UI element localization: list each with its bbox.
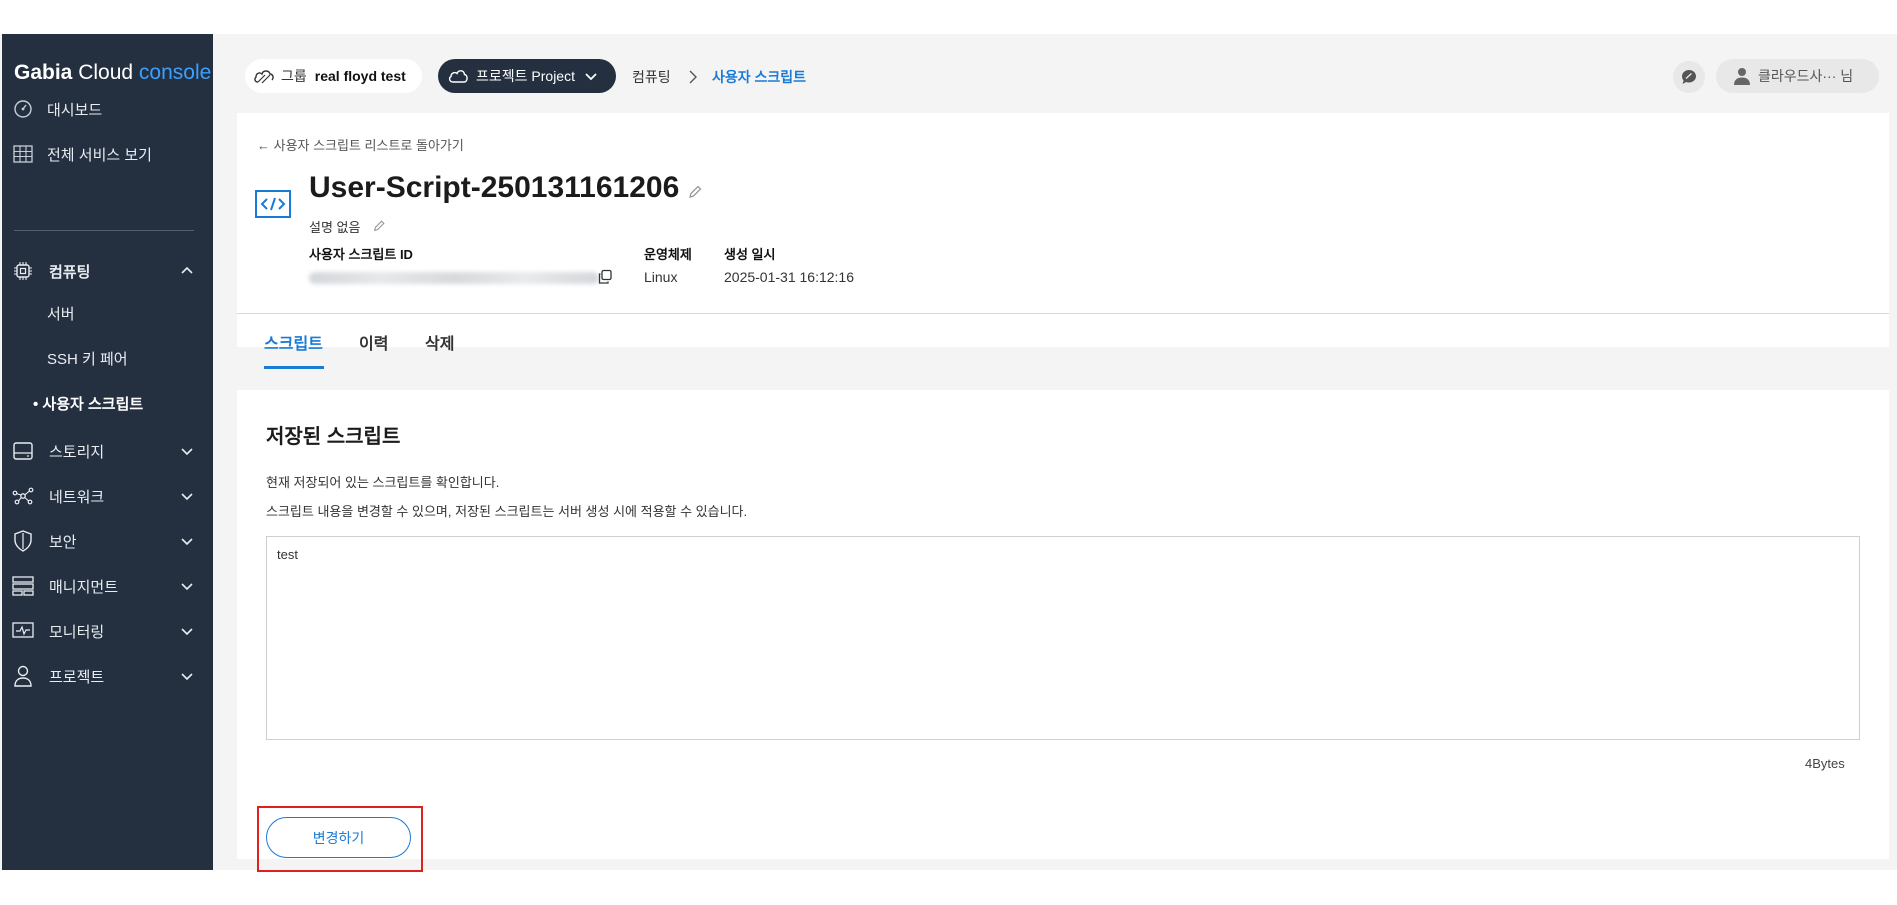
- chevron-right-icon: [689, 70, 697, 84]
- sidebar-item-all-services[interactable]: 전체 서비스 보기: [2, 134, 213, 174]
- sidebar-item-label: 모니터링: [49, 623, 105, 641]
- sidebar-subitem-server[interactable]: 서버: [47, 303, 75, 324]
- code-icon: [255, 190, 291, 218]
- user-menu[interactable]: 클라우드사··· 님: [1716, 59, 1879, 93]
- chevron-down-icon: [181, 673, 193, 681]
- tab-history[interactable]: 이력: [359, 330, 388, 354]
- chip-icon: [12, 260, 34, 282]
- sidebar-item-label: 대시보드: [47, 101, 103, 119]
- sidebar-item-monitoring[interactable]: 모니터링: [2, 611, 213, 651]
- description-text: 설명 없음: [309, 220, 361, 235]
- grid-icon: [12, 143, 34, 165]
- section-description-1: 현재 저장되어 있는 스크립트를 확인합니다.: [266, 475, 500, 490]
- group-key: 그룹: [281, 68, 307, 84]
- chat-icon: [1682, 70, 1696, 84]
- sidebar-item-computing[interactable]: 컴퓨팅: [2, 251, 213, 291]
- script-header: ← 사용자 스크립트 리스트로 돌아가기 User-Script-2501311…: [237, 113, 1889, 347]
- copy-icon[interactable]: [597, 269, 613, 285]
- chevron-down-icon: [181, 583, 193, 591]
- sidebar-item-label: 스토리지: [49, 443, 105, 461]
- sidebar-item-network[interactable]: 네트워크: [2, 476, 213, 516]
- edit-pencil-icon[interactable]: [372, 219, 386, 233]
- script-editor[interactable]: test: [266, 536, 1860, 740]
- tab-script[interactable]: 스크립트: [264, 330, 323, 354]
- logo-suffix: console: [138, 61, 212, 84]
- sidebar-item-label: 네트워크: [49, 488, 105, 506]
- cloud-icon: [446, 65, 470, 87]
- header-divider: [237, 313, 1889, 314]
- shield-icon: [12, 530, 34, 552]
- sidebar: Gabia Cloud console 대시보드 전체 서비스 보기 컴퓨팅 서…: [2, 34, 213, 870]
- script-size: 4Bytes: [1805, 756, 1845, 771]
- chevron-down-icon: [181, 493, 193, 501]
- sidebar-item-label: 전체 서비스 보기: [47, 146, 152, 164]
- os-label: 운영체제: [644, 247, 692, 262]
- saved-script-panel: 저장된 스크립트 현재 저장되어 있는 스크립트를 확인합니다. 스크립트 내용…: [237, 390, 1889, 872]
- section-title: 저장된 스크립트: [266, 426, 401, 448]
- breadcrumb-user-script[interactable]: 사용자 스크립트: [712, 67, 806, 87]
- logo-product: Cloud: [78, 61, 134, 84]
- sidebar-subitem-user-script[interactable]: • 사용자 스크립트: [33, 393, 143, 414]
- sidebar-item-label: 매니지먼트: [49, 578, 119, 596]
- logo[interactable]: Gabia Cloud console: [14, 61, 211, 85]
- sidebar-item-label: 컴퓨팅: [49, 263, 91, 281]
- project-label: 프로젝트 Project: [476, 68, 575, 84]
- storage-icon: [12, 440, 34, 462]
- page-title: User-Script-250131161206: [309, 171, 680, 204]
- user-icon: [1734, 68, 1750, 85]
- sidebar-item-label: 보안: [49, 533, 77, 551]
- chevron-down-icon: [585, 73, 597, 81]
- script-id-label: 사용자 스크립트 ID: [309, 247, 413, 262]
- chevron-down-icon: [181, 448, 193, 456]
- sidebar-item-management[interactable]: 매니지먼트: [2, 566, 213, 606]
- dashboard-icon: [12, 98, 34, 120]
- cloud-group-icon: [253, 65, 275, 87]
- chevron-down-icon: [181, 538, 193, 546]
- group-selector[interactable]: 그룹 real floyd test: [245, 59, 422, 93]
- active-tab-indicator: [264, 366, 324, 369]
- user-icon: [12, 665, 34, 687]
- edit-pencil-icon[interactable]: [687, 184, 703, 200]
- created-value: 2025-01-31 16:12:16: [724, 269, 854, 285]
- breadcrumb-computing[interactable]: 컴퓨팅: [632, 67, 671, 87]
- created-label: 생성 일시: [724, 247, 776, 262]
- monitor-icon: [12, 620, 34, 642]
- app-root: Gabia Cloud console 대시보드 전체 서비스 보기 컴퓨팅 서…: [0, 34, 1897, 872]
- project-selector[interactable]: 프로젝트 Project: [438, 59, 616, 93]
- chevron-up-icon: [181, 266, 193, 274]
- section-description-2: 스크립트 내용을 변경할 수 있으며, 저장된 스크립트는 서버 생성 시에 적…: [266, 504, 748, 519]
- sidebar-item-dashboard[interactable]: 대시보드: [2, 89, 213, 129]
- chevron-down-icon: [181, 628, 193, 636]
- sidebar-subitem-ssh-keypair[interactable]: SSH 키 페어: [47, 348, 128, 369]
- sidebar-item-project[interactable]: 프로젝트: [2, 656, 213, 696]
- logo-brand: Gabia: [14, 61, 73, 84]
- network-icon: [12, 485, 34, 507]
- chat-button[interactable]: [1673, 61, 1705, 93]
- os-value: Linux: [644, 269, 678, 285]
- group-value: real floyd test: [314, 68, 406, 84]
- change-button[interactable]: 변경하기: [266, 817, 411, 858]
- sidebar-divider: [14, 230, 194, 231]
- sidebar-item-security[interactable]: 보안: [2, 521, 213, 561]
- sidebar-item-label: 프로젝트: [49, 668, 105, 686]
- management-icon: [12, 575, 34, 597]
- sidebar-item-storage[interactable]: 스토리지: [2, 431, 213, 471]
- back-to-list-link[interactable]: ← 사용자 스크립트 리스트로 돌아가기: [257, 135, 464, 154]
- script-id-value-blurred: [309, 272, 599, 284]
- tab-delete[interactable]: 삭제: [425, 330, 454, 354]
- user-label: 클라우드사··· 님: [1758, 68, 1854, 84]
